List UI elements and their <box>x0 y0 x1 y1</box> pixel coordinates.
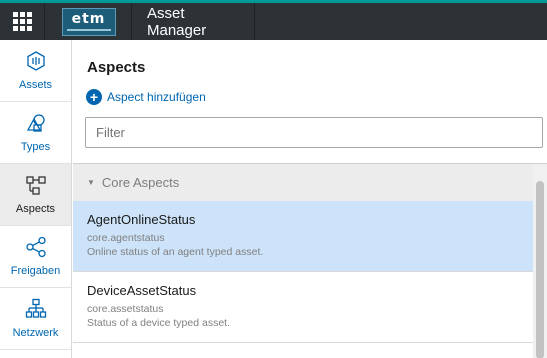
caret-down-icon: ▼ <box>87 178 95 187</box>
share-icon <box>25 236 46 258</box>
aspect-name: AgentOnlineStatus <box>87 212 196 227</box>
sidebar-item-label: Types <box>20 141 51 153</box>
app-title: Asset Manager <box>133 3 255 40</box>
aspect-name: DeviceAssetStatus <box>87 283 197 298</box>
sidebar-item-assets[interactable]: Assets <box>0 40 71 102</box>
group-header-core-aspects[interactable]: ▼ Core Aspects <box>73 164 533 201</box>
aspect-description: Online status of an agent typed asset. <box>87 246 264 258</box>
sidebar-item-label: Freigaben <box>10 265 61 277</box>
sidebar-item-label: Aspects <box>15 203 56 215</box>
company-logo: etm <box>46 3 132 40</box>
logo-image: etm <box>61 7 116 36</box>
list-item[interactable]: AgentOnlineStatus core.agentstatus Onlin… <box>73 201 533 272</box>
plus-circle-icon: + <box>86 89 102 105</box>
app-launcher-button[interactable] <box>0 3 45 40</box>
assets-icon <box>26 51 45 71</box>
sidebar-item-label: Assets <box>18 79 52 91</box>
filter-input[interactable] <box>85 117 543 148</box>
sidebar-item-label: Netzwerk <box>12 327 59 339</box>
aspects-icon <box>25 176 46 195</box>
add-aspect-label: Aspect hinzufügen <box>107 90 206 104</box>
top-bar: etm Asset Manager <box>0 0 547 40</box>
sidebar-item-aspects[interactable]: Aspects <box>0 164 71 226</box>
aspect-id: core.assetstatus <box>87 303 164 315</box>
sidebar-item-types[interactable]: Types <box>0 102 71 164</box>
aspects-panel: Aspects + Aspect hinzufügen ▼ Core Aspec… <box>73 40 547 358</box>
grid-icon <box>12 12 32 31</box>
sidebar: Assets Types Aspects Freigaben Netzwerk <box>0 40 72 358</box>
network-icon <box>25 298 46 318</box>
add-aspect-button[interactable]: + Aspect hinzufügen <box>86 89 206 105</box>
group-label: Core Aspects <box>101 175 180 190</box>
sidebar-item-freigaben[interactable]: Freigaben <box>0 226 71 288</box>
types-icon <box>26 114 45 132</box>
scrollbar-thumb[interactable] <box>536 181 544 358</box>
logo-text: etm <box>71 11 106 27</box>
list-item[interactable]: DeviceAssetStatus core.assetstatus Statu… <box>73 272 533 343</box>
aspect-id: core.agentstatus <box>87 232 165 244</box>
list-scrollbar[interactable] <box>533 164 547 358</box>
sidebar-item-netzwerk[interactable]: Netzwerk <box>0 288 71 350</box>
aspect-list: ▼ Core Aspects AgentOnlineStatus core.ag… <box>73 163 547 358</box>
page-title: Aspects <box>87 59 146 76</box>
aspect-description: Status of a device typed asset. <box>87 317 231 329</box>
